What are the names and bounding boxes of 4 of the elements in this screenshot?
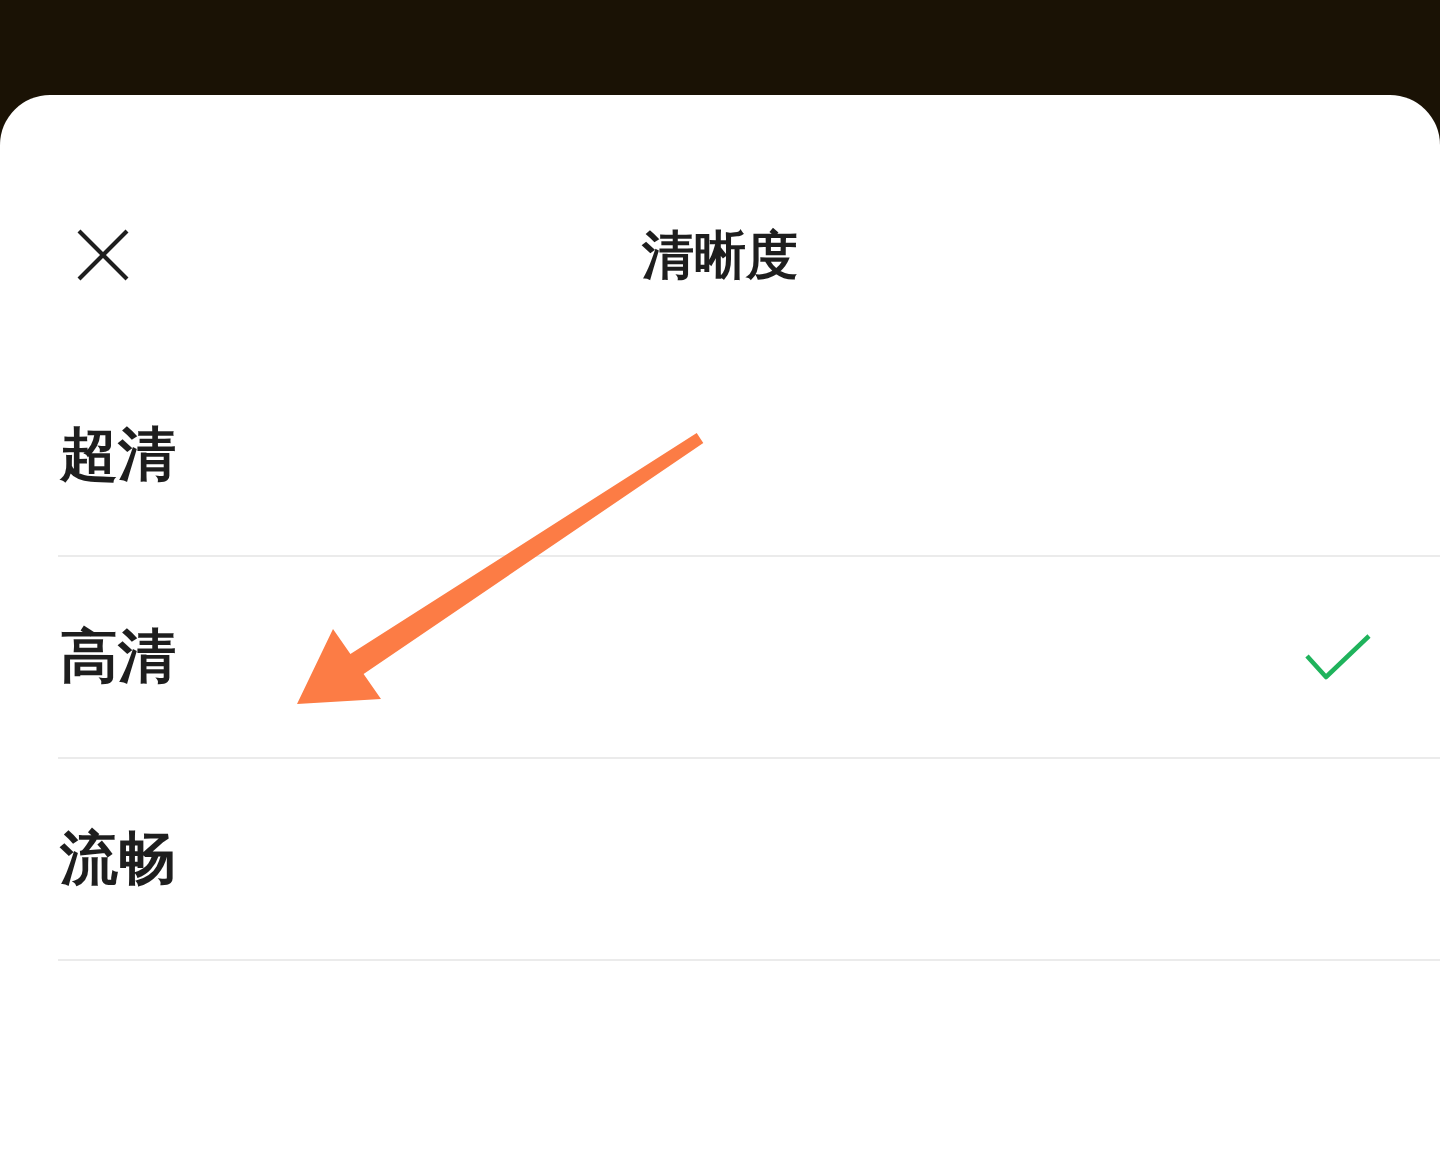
close-button[interactable]	[77, 229, 129, 281]
close-icon	[77, 229, 129, 281]
quality-option[interactable]: 流畅	[58, 759, 1440, 961]
sheet-title: 清晰度	[642, 224, 798, 286]
